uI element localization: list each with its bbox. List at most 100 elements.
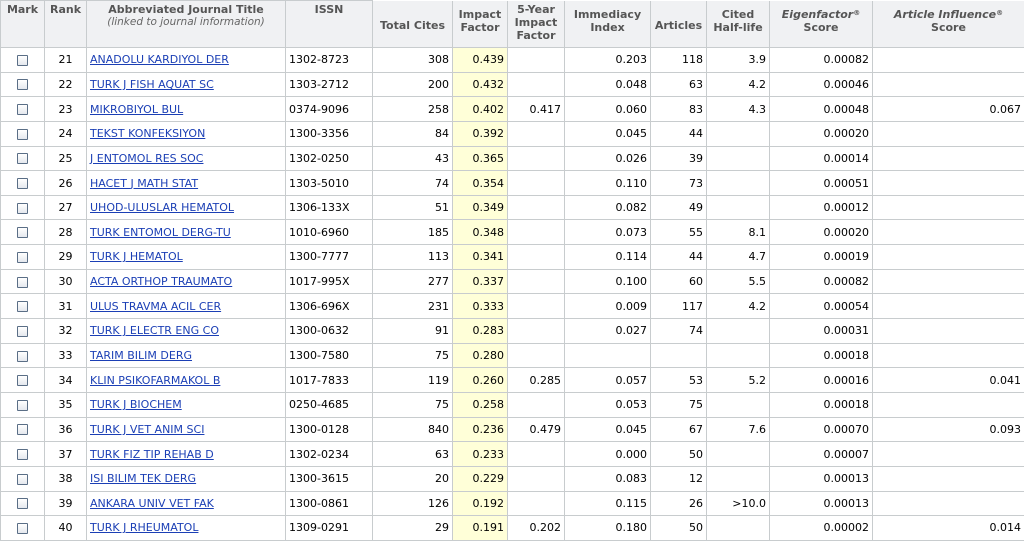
mark-checkbox[interactable] xyxy=(17,153,28,165)
issn-cell: 0374-9096 xyxy=(285,96,373,122)
article-influence-cell xyxy=(872,391,1024,418)
immediacy-index-cell: 0.009 xyxy=(564,293,651,320)
mark-checkbox[interactable] xyxy=(17,276,28,288)
issn-cell: 1302-0234 xyxy=(285,441,373,467)
cited-half-life-cell: 4.7 xyxy=(706,244,770,270)
mark-checkbox[interactable] xyxy=(17,251,28,263)
five-year-impact-cell: 0.202 xyxy=(507,515,565,541)
journal-title-link[interactable]: TURK J BIOCHEM xyxy=(90,398,182,411)
eigenfactor-cell: 0.00014 xyxy=(769,145,873,172)
articles-cell xyxy=(650,342,707,369)
immediacy-index-cell: 0.027 xyxy=(564,318,651,344)
rank-cell: 21 xyxy=(44,47,87,73)
journal-title-link[interactable]: KLIN PSIKOFARMAKOL B xyxy=(90,374,220,387)
issn-cell: 1300-3356 xyxy=(285,120,373,147)
cited-half-life-cell: 7.6 xyxy=(706,416,770,443)
eigenfactor-cell: 0.00054 xyxy=(769,293,873,320)
title-cell: TURK J RHEUMATOL xyxy=(86,515,286,541)
five-year-impact-cell xyxy=(507,465,565,492)
eigenfactor-cell: 0.00020 xyxy=(769,219,873,246)
eigenfactor-registered-mark: ® xyxy=(853,8,861,17)
mark-checkbox[interactable] xyxy=(17,498,28,510)
mark-checkbox[interactable] xyxy=(17,79,28,91)
five-year-impact-cell xyxy=(507,318,565,344)
eigenfactor-cell: 0.00002 xyxy=(769,515,873,541)
mark-cell xyxy=(0,244,45,270)
total-cites-cell: 308 xyxy=(372,47,453,73)
total-cites-cell: 51 xyxy=(372,194,453,221)
title-cell: UHOD-ULUSLAR HEMATOL xyxy=(86,194,286,221)
journal-title-link[interactable]: TURK FIZ TIP REHAB D xyxy=(90,448,214,461)
cited-half-life-cell xyxy=(706,170,770,196)
mark-checkbox[interactable] xyxy=(17,522,28,534)
mark-checkbox[interactable] xyxy=(17,399,28,411)
journal-title-link[interactable]: ULUS TRAVMA ACIL CER xyxy=(90,300,221,313)
table-row: 22 TURK J FISH AQUAT SC 1303-2712 200 0.432 0… xyxy=(0,71,1024,98)
total-cites-cell: 119 xyxy=(372,367,453,393)
total-cites-cell: 84 xyxy=(372,120,453,147)
issn-cell: 1017-7833 xyxy=(285,367,373,393)
five-year-impact-cell xyxy=(507,219,565,246)
journal-title-link[interactable]: TURK J ELECTR ENG CO xyxy=(90,324,219,337)
journal-title-link[interactable]: TEKST KONFEKSIYON xyxy=(90,127,205,140)
articles-cell: 117 xyxy=(650,293,707,320)
eigenfactor-cell: 0.00018 xyxy=(769,391,873,418)
mark-checkbox[interactable] xyxy=(17,375,28,387)
impact-factor-cell: 0.192 xyxy=(452,490,508,517)
table-row: 25 J ENTOMOL RES SOC 1302-0250 43 0.365 0.026… xyxy=(0,145,1024,172)
total-cites-cell: 75 xyxy=(372,391,453,418)
impact-factor-line-1: Impact xyxy=(458,7,502,21)
journal-title-link[interactable]: J ENTOMOL RES SOC xyxy=(90,152,203,165)
total-cites-cell: 74 xyxy=(372,170,453,196)
mark-checkbox[interactable] xyxy=(17,54,28,66)
title-cell: ANADOLU KARDIYOL DER xyxy=(86,47,286,73)
journal-title-link[interactable]: HACET J MATH STAT xyxy=(90,177,198,190)
eigenfactor-cell: 0.00031 xyxy=(769,318,873,344)
table-row: 34 KLIN PSIKOFARMAKOL B 1017-7833 119 0.260 0… xyxy=(0,367,1024,393)
mark-cell xyxy=(0,465,45,492)
mark-checkbox[interactable] xyxy=(17,350,28,362)
five-year-impact-cell xyxy=(507,490,565,517)
journal-title-link[interactable]: UHOD-ULUSLAR HEMATOL xyxy=(90,201,234,214)
mark-cell xyxy=(0,515,45,541)
mark-checkbox[interactable] xyxy=(17,202,28,214)
impact-factor-cell: 0.354 xyxy=(452,170,508,196)
total-cites-cell: 200 xyxy=(372,71,453,98)
article-influence-line-1: Article Influence xyxy=(893,7,997,21)
journal-title-link[interactable]: ANADOLU KARDIYOL DER xyxy=(90,53,229,66)
immediacy-index-cell xyxy=(564,342,651,369)
mark-checkbox[interactable] xyxy=(17,301,28,313)
issn-cell: 1300-7580 xyxy=(285,342,373,369)
journal-title-link[interactable]: TURK J FISH AQUAT SC xyxy=(90,78,214,91)
journal-title-link[interactable]: TURK J HEMATOL xyxy=(90,250,183,263)
journal-title-link[interactable]: TARIM BILIM DERG xyxy=(90,349,192,362)
mark-checkbox[interactable] xyxy=(17,449,28,461)
mark-checkbox[interactable] xyxy=(17,325,28,337)
journal-title-link[interactable]: ACTA ORTHOP TRAUMATO xyxy=(90,275,232,288)
mark-cell xyxy=(0,170,45,196)
articles-cell: 44 xyxy=(650,244,707,270)
eigenfactor-cell: 0.00018 xyxy=(769,342,873,369)
five-year-impact-cell xyxy=(507,71,565,98)
mark-checkbox[interactable] xyxy=(17,178,28,190)
journal-title-link[interactable]: TURK J VET ANIM SCI xyxy=(90,423,204,436)
cited-half-life-cell: >10.0 xyxy=(706,490,770,517)
title-cell: KLIN PSIKOFARMAKOL B xyxy=(86,367,286,393)
journal-title-link[interactable]: TURK ENTOMOL DERG-TU xyxy=(90,226,231,239)
mark-checkbox[interactable] xyxy=(17,473,28,485)
impact-factor-cell: 0.333 xyxy=(452,293,508,320)
journal-title-link[interactable]: ISI BILIM TEK DERG xyxy=(90,472,196,485)
journal-title-link[interactable]: TURK J RHEUMATOL xyxy=(90,521,198,534)
mark-checkbox[interactable] xyxy=(17,128,28,140)
issn-cell: 1300-0128 xyxy=(285,416,373,443)
table-row: 35 TURK J BIOCHEM 0250-4685 75 0.258 0.053 75 0… xyxy=(0,391,1024,418)
column-header-title-note: (linked to journal information) xyxy=(107,16,265,28)
immediacy-index-cell: 0.114 xyxy=(564,244,651,270)
journal-title-link[interactable]: MIKROBIYOL BUL xyxy=(90,103,183,116)
column-header-cited-half-life: Cited Half-life xyxy=(706,0,770,48)
column-header-mark: Mark xyxy=(0,0,45,48)
mark-checkbox[interactable] xyxy=(17,424,28,436)
mark-checkbox[interactable] xyxy=(17,227,28,239)
mark-checkbox[interactable] xyxy=(17,104,28,116)
journal-title-link[interactable]: ANKARA UNIV VET FAK xyxy=(90,497,214,510)
